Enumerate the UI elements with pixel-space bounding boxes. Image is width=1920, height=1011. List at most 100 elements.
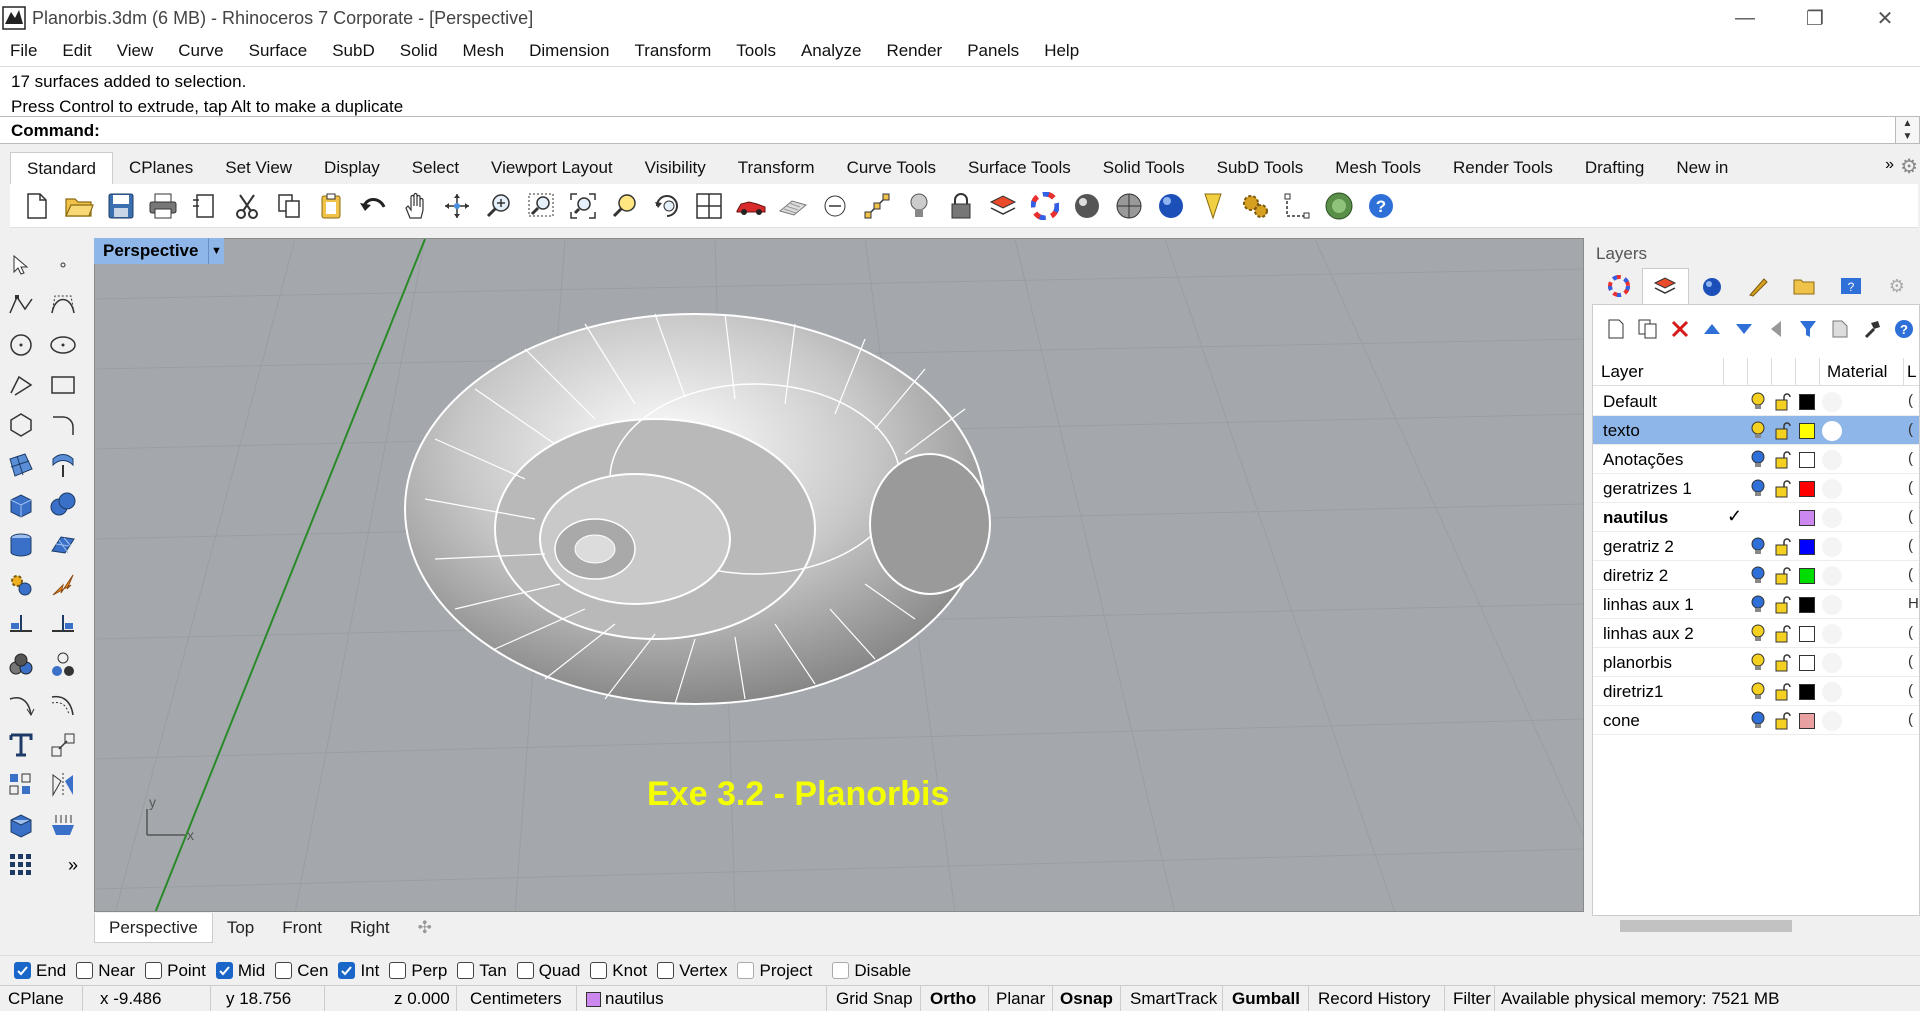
menu-file[interactable]: File (10, 41, 47, 61)
print-icon[interactable] (142, 187, 184, 225)
menu-view[interactable]: View (117, 41, 164, 61)
close-button[interactable]: ✕ (1850, 0, 1920, 36)
zoom-dynamic-icon[interactable] (478, 187, 520, 225)
pan-hand-icon[interactable] (394, 187, 436, 225)
gear-icon[interactable]: ⚙ (1900, 154, 1918, 179)
layer-visibility-bulb-icon[interactable] (1750, 595, 1766, 614)
rotate-view-icon[interactable] (436, 187, 478, 225)
new-layer-icon[interactable] (1600, 312, 1632, 346)
osnap-checkbox[interactable] (832, 962, 850, 979)
new-file-icon[interactable] (16, 187, 58, 225)
layer-color-swatch[interactable] (1799, 684, 1815, 700)
tab-standard[interactable]: Standard (10, 152, 113, 184)
status-record-history[interactable]: Record History (1318, 989, 1430, 1009)
osnap-checkbox[interactable] (737, 962, 755, 979)
menu-mesh[interactable]: Mesh (463, 41, 515, 61)
undo-icon[interactable] (352, 187, 394, 225)
zoom-window-icon[interactable] (520, 187, 562, 225)
layer-visibility-bulb-icon[interactable] (1750, 450, 1766, 469)
move-layer-up-icon[interactable] (1696, 312, 1728, 346)
layer-row[interactable]: nautilus ✓ ( (1593, 503, 1919, 532)
blend-curve-icon[interactable] (2, 686, 40, 724)
group-icon[interactable] (2, 646, 40, 684)
tab-display[interactable]: Display (308, 152, 396, 184)
array-icon[interactable] (2, 766, 40, 804)
page-setup-icon[interactable] (184, 187, 226, 225)
osnap-checkbox[interactable] (14, 962, 31, 979)
cplane-origin-icon[interactable] (814, 187, 856, 225)
layer-lock-icon[interactable] (1775, 711, 1791, 730)
osnap-point[interactable]: Point (145, 961, 206, 981)
tab-viewport-layout[interactable]: Viewport Layout (475, 152, 629, 184)
mirror-icon[interactable] (44, 766, 82, 804)
display-tab-icon[interactable] (1735, 268, 1781, 304)
layer-color-swatch[interactable] (1799, 423, 1815, 439)
layer-visibility-bulb-icon[interactable] (1750, 624, 1766, 643)
layer-lock-icon[interactable] (1775, 392, 1791, 411)
rectangle-icon[interactable] (44, 366, 82, 404)
tab-right[interactable]: Right (336, 913, 404, 943)
layer-lock-icon[interactable] (1775, 479, 1791, 498)
delete-layer-icon[interactable] (1664, 312, 1696, 346)
tab-set-view[interactable]: Set View (209, 152, 308, 184)
column-linetype[interactable]: L (1907, 362, 1916, 382)
tools-hammer-icon[interactable] (1856, 312, 1888, 346)
split-icon[interactable] (44, 606, 82, 644)
spotlight-icon[interactable] (1192, 187, 1234, 225)
tab-solid-tools[interactable]: Solid Tools (1087, 152, 1201, 184)
expand-sidebar-button[interactable]: » (54, 846, 92, 884)
osnap-vertex[interactable]: Vertex (657, 961, 727, 981)
status-grid-snap[interactable]: Grid Snap (836, 989, 913, 1009)
status-gumball[interactable]: Gumball (1232, 989, 1300, 1009)
copy-icon[interactable] (268, 187, 310, 225)
layer-material-swatch[interactable] (1822, 682, 1842, 702)
layer-row[interactable]: Default ( (1593, 387, 1919, 416)
render-sphere-icon[interactable] (1108, 187, 1150, 225)
osnap-disable[interactable]: Disable (832, 961, 911, 981)
panel-horizontal-scrollbar[interactable] (1620, 920, 1792, 932)
osnap-tan[interactable]: Tan (457, 961, 507, 981)
layer-row[interactable]: Anotações ( (1593, 445, 1919, 474)
status-ortho[interactable]: Ortho (930, 989, 976, 1009)
food4rhino-icon[interactable] (1318, 187, 1360, 225)
tab-perspective[interactable]: Perspective (94, 913, 213, 943)
hatch-icon[interactable] (44, 806, 82, 844)
osnap-end[interactable]: End (14, 961, 66, 981)
tab-drafting[interactable]: Drafting (1569, 152, 1661, 184)
select-arrow-icon[interactable] (2, 246, 40, 284)
light-bulb-icon[interactable] (898, 187, 940, 225)
block-icon[interactable] (2, 806, 40, 844)
properties-tab-icon[interactable] (1596, 268, 1642, 304)
zoom-extents-icon[interactable] (562, 187, 604, 225)
status-units[interactable]: Centimeters (470, 989, 562, 1009)
osnap-checkbox[interactable] (215, 962, 233, 979)
menu-transform[interactable]: Transform (634, 41, 721, 61)
offset-curve-icon[interactable] (44, 686, 82, 724)
osnap-checkbox[interactable] (657, 962, 675, 979)
layer-lock-icon[interactable] (1775, 682, 1791, 701)
layer-material-swatch[interactable] (1822, 421, 1842, 441)
car-render-icon[interactable] (730, 187, 772, 225)
menu-surface[interactable]: Surface (249, 41, 318, 61)
ungroup-icon[interactable] (44, 646, 82, 684)
layer-lock-icon[interactable] (1775, 537, 1791, 556)
menu-tools[interactable]: Tools (736, 41, 786, 61)
osnap-checkbox[interactable] (389, 962, 407, 979)
move-layer-out-icon[interactable] (1760, 312, 1792, 346)
osnap-knot[interactable]: Knot (590, 961, 647, 981)
help-tab-icon[interactable]: ? (1827, 268, 1873, 304)
layer-material-swatch[interactable] (1822, 508, 1842, 528)
status-filter[interactable]: Filter (1453, 989, 1491, 1009)
osnap-checkbox[interactable] (590, 962, 608, 979)
layer-lock-icon[interactable] (1775, 566, 1791, 585)
fillet-edge-icon[interactable] (2, 566, 40, 604)
tab-cplanes[interactable]: CPlanes (113, 152, 209, 184)
material-sphere-icon[interactable] (1066, 187, 1108, 225)
tab-transform[interactable]: Transform (722, 152, 831, 184)
layer-row[interactable]: linhas aux 1 H (1593, 590, 1919, 619)
layer-color-swatch[interactable] (1799, 655, 1815, 671)
boolean-union-icon[interactable] (44, 486, 82, 524)
menu-dimension[interactable]: Dimension (529, 41, 619, 61)
menu-render[interactable]: Render (886, 41, 952, 61)
surface-corner-points-icon[interactable] (2, 446, 40, 484)
